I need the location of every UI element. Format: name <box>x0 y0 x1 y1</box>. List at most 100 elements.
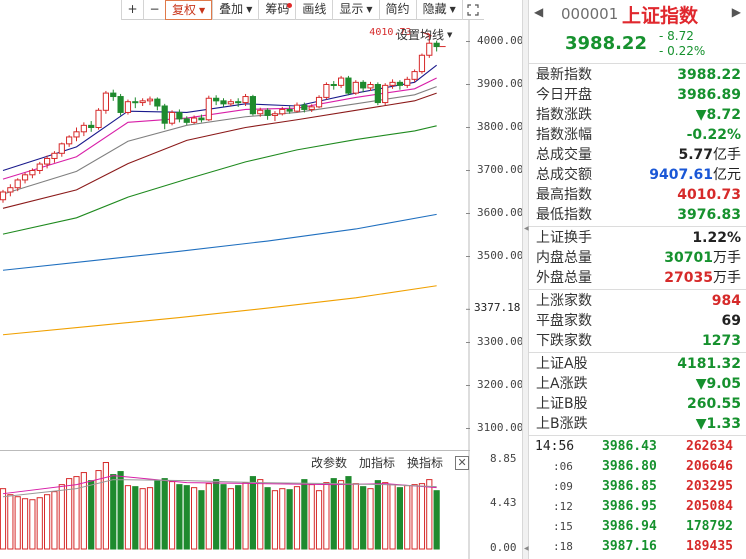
stat-number: 3976.83 <box>677 207 741 223</box>
candle-body <box>426 42 433 56</box>
price-chart[interactable]: 4010.73 <box>0 20 470 450</box>
stat-number: 1.22% <box>692 230 741 246</box>
hide-dropdown[interactable]: 隐藏 ▼ <box>415 0 462 20</box>
candle-body <box>117 96 124 113</box>
tick-row: :06 3986.80 206646 <box>529 457 746 477</box>
stat-row: 最低指数 3976.83 <box>529 205 746 225</box>
candle-body <box>315 96 323 108</box>
candle-body <box>374 84 381 104</box>
zoom-in-button[interactable]: + <box>121 0 143 20</box>
stat-label: 最新指数 <box>536 67 592 83</box>
stat-value: 3986.89 <box>677 85 741 105</box>
stat-label: 最低指数 <box>536 207 592 223</box>
price-axis-label: 3600.00 <box>477 205 524 219</box>
stat-row: 上证换手 1.22% <box>529 228 746 248</box>
collapse-left-icon[interactable]: ◀ <box>524 545 529 552</box>
tick-row: :09 3986.85 203295 <box>529 477 746 497</box>
volume-bar <box>183 485 190 550</box>
stat-label: 外盘总量 <box>536 270 592 286</box>
stat-row: 总成交量 5.77亿手 <box>529 145 746 165</box>
chip-button[interactable]: 筹码 <box>258 0 295 20</box>
candle-body <box>242 96 249 104</box>
stat-number: ▼8.72 <box>695 107 741 123</box>
zoom-out-button[interactable]: − <box>143 0 165 20</box>
tick-row: 14:56 3986.43 262634 <box>529 437 746 457</box>
stat-label: 平盘家数 <box>536 313 592 329</box>
chevron-down-icon: ▼ <box>447 31 453 39</box>
candle-body <box>66 136 73 145</box>
candle-body <box>21 174 29 181</box>
prev-stock-icon[interactable]: ◀ <box>534 5 543 19</box>
price-axis-label: 3200.00 <box>477 377 524 391</box>
stat-value: -0.22% <box>687 125 741 145</box>
switch-indicator-button[interactable]: 换指标 <box>407 454 443 471</box>
volume-bar <box>161 478 168 550</box>
candle-body <box>257 109 264 115</box>
candle-body <box>139 100 146 104</box>
price-axis-label: 3700.00 <box>477 162 524 176</box>
stat-number: 984 <box>711 293 741 309</box>
draw-line-button[interactable]: 画线 <box>295 0 332 20</box>
stock-name: 上证指数 <box>622 5 699 27</box>
volume-bar <box>389 484 396 550</box>
volume-axis-label: 4.43 <box>490 496 517 510</box>
candle-body <box>7 187 14 193</box>
quote-panel: ◀ 000001 上证指数 ▶ 3988.22 - 8.72 - 0.22% 最… <box>529 0 746 559</box>
change-params-button[interactable]: 改参数 <box>311 454 347 471</box>
volume-bar <box>293 486 301 550</box>
ma-setting-label: 设置均线 <box>396 28 445 42</box>
stat-value: ▼8.72 <box>696 105 741 125</box>
candle-body <box>168 111 176 124</box>
volume-bar <box>227 488 234 550</box>
tick-volume: 205084 <box>686 499 733 514</box>
tick-list[interactable]: 14:56 3986.43 262634:06 3986.80 206646:09 398… <box>529 436 746 559</box>
candle-body <box>330 84 337 86</box>
volume-bar <box>146 487 154 550</box>
panel-splitter[interactable]: ◀ ◀ <box>522 0 529 559</box>
display-dropdown[interactable]: 显示 ▼ <box>332 0 378 20</box>
close-icon[interactable]: ✕ <box>455 455 470 470</box>
simple-mode-button[interactable]: 简约 <box>378 0 416 20</box>
tick-volume: 262634 <box>686 439 733 454</box>
tick-time: :06 <box>553 460 573 473</box>
price-axis-label: 3900.00 <box>477 76 524 90</box>
candle-body <box>88 124 95 128</box>
add-indicator-button[interactable]: 加指标 <box>359 454 395 471</box>
candle-body <box>191 117 198 123</box>
volume-bar <box>345 476 352 550</box>
collapse-left-icon[interactable]: ◀ <box>524 225 529 232</box>
fuquan-dropdown[interactable]: 复权 ▼ <box>165 0 213 20</box>
volume-bar <box>73 476 80 550</box>
candle-body <box>73 131 80 138</box>
candle-body <box>213 97 220 102</box>
notification-dot-icon <box>287 3 293 8</box>
overlay-dropdown[interactable]: 叠加 ▼ <box>212 0 258 20</box>
fullscreen-button[interactable] <box>461 0 484 20</box>
stat-label: 总成交额 <box>536 167 592 183</box>
stat-row: 下跌家数 1273 <box>529 331 746 351</box>
next-stock-icon[interactable]: ▶ <box>732 5 741 19</box>
stat-value: 984 <box>712 291 741 311</box>
stat-number: ▼9.05 <box>695 376 741 392</box>
stat-label: 下跌家数 <box>536 333 592 349</box>
stat-label: 总成交量 <box>536 147 592 163</box>
candle-body <box>183 118 190 123</box>
candle-body <box>220 100 227 105</box>
volume-bar <box>271 490 279 550</box>
candle-body <box>198 117 205 121</box>
quote-header: ◀ 000001 上证指数 ▶ <box>529 0 746 28</box>
ma-setting-dropdown[interactable]: 设置均线 ▼ <box>396 26 452 43</box>
price-axis-label: 3377.18 <box>474 301 521 315</box>
tick-time: :09 <box>553 480 573 493</box>
chart-toolbar: + − 复权 ▼ 叠加 ▼ 筹码 画线 显示 ▼ 简约 隐藏 ▼ <box>121 0 484 20</box>
volume-bar <box>404 485 411 550</box>
candle-body <box>360 81 367 89</box>
kline-chart-area[interactable]: + − 复权 ▼ 叠加 ▼ 筹码 画线 显示 ▼ 简约 隐藏 ▼ 4010.73 设置均… <box>0 0 524 559</box>
candle-body <box>418 54 426 73</box>
stat-unit: 亿手 <box>713 147 741 163</box>
tick-price: 3986.43 <box>602 439 657 454</box>
candle-body <box>205 97 212 121</box>
tick-price: 3986.94 <box>602 519 657 534</box>
stat-row: 上证B股 260.55 <box>529 394 746 414</box>
stat-number: 260.55 <box>686 396 741 412</box>
